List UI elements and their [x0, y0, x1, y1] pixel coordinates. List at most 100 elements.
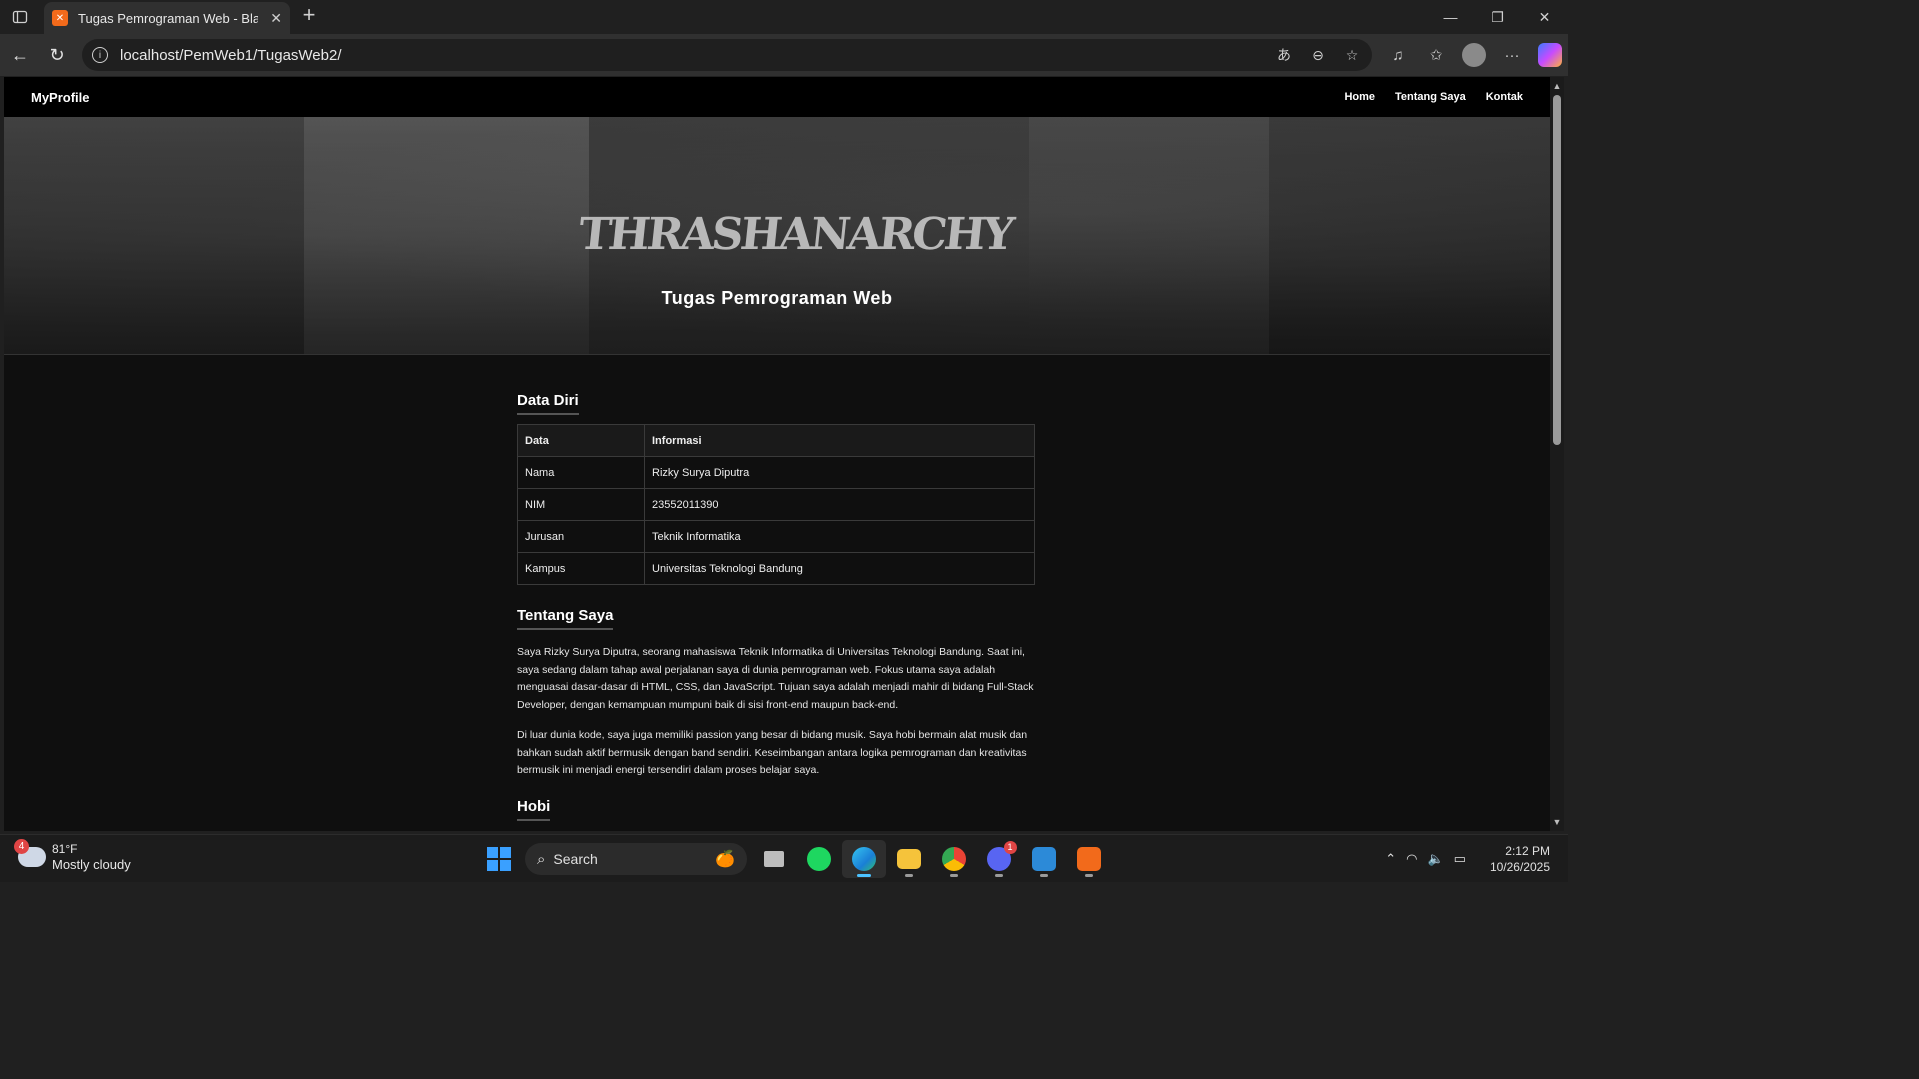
clock-time: 2:12 PM [1505, 844, 1550, 858]
table-cell: Jurusan [517, 520, 645, 553]
minimize-icon[interactable]: — [1427, 0, 1474, 34]
table-cell: Nama [517, 456, 645, 489]
window-controls: — ❐ ✕ [1427, 0, 1568, 34]
weather-badge: 4 [14, 839, 29, 854]
spotify-app[interactable] [797, 840, 841, 878]
spotify-icon [806, 847, 831, 871]
nav-link-kontak[interactable]: Kontak [1486, 91, 1523, 103]
column-header: Data [517, 424, 645, 457]
table-row: Kampus Universitas Teknologi Bandung [517, 552, 1035, 585]
browser-titlebar: ✕ Tugas Pemrograman Web - Black ✕ + — ❐ … [0, 0, 1568, 34]
wifi-icon[interactable]: ◠ [1406, 851, 1417, 867]
battery-icon[interactable]: ▭ [1454, 851, 1466, 867]
xampp-app[interactable] [1067, 840, 1111, 878]
tab-close-icon[interactable]: ✕ [270, 10, 282, 27]
chrome-icon [941, 847, 966, 871]
column-header: Informasi [644, 424, 1035, 457]
discord-badge: 1 [1003, 841, 1017, 854]
site-navbar: MyProfile Home Tentang Saya Kontak [4, 77, 1550, 117]
weather-desc: Mostly cloudy [52, 857, 131, 872]
xampp-favicon-icon: ✕ [52, 10, 68, 26]
about-paragraph: Di luar dunia kode, saya juga memiliki p… [517, 729, 1028, 776]
edge-app[interactable] [841, 840, 886, 878]
restore-icon[interactable]: ❐ [1474, 0, 1521, 34]
media-control-icon[interactable]: ♫ [1386, 43, 1410, 67]
site-info-icon[interactable]: i [92, 47, 108, 63]
search-icon: ⌕ [537, 850, 546, 868]
cloud-icon: 4 [14, 839, 46, 867]
favorite-star-icon[interactable]: ☆ [1342, 45, 1362, 65]
volume-icon[interactable]: 🔈 [1427, 851, 1443, 867]
translate-icon[interactable]: あ [1274, 45, 1294, 65]
table-header-row: Data Informasi [517, 424, 1035, 457]
hero-photo-panel [4, 117, 304, 354]
hero-photo-panel [304, 117, 589, 354]
more-options-icon[interactable]: ··· [1500, 43, 1524, 67]
xampp-icon [1076, 847, 1101, 871]
tab-actions-icon[interactable] [8, 5, 32, 29]
vscode-icon [1031, 847, 1056, 871]
band-logo: THRASHANARCHY [576, 209, 1014, 260]
refresh-icon[interactable]: ↻ [45, 43, 69, 67]
active-indicator [856, 874, 871, 877]
main-content: Data Diri Data Informasi Nama Rizky Sury… [517, 355, 1035, 821]
discord-icon: 1 [986, 841, 1017, 871]
nav-link-tentang-saya[interactable]: Tentang Saya [1395, 91, 1466, 103]
search-label: Search [553, 851, 598, 867]
table-row: Nama Rizky Surya Diputra [517, 456, 1035, 489]
start-button[interactable] [477, 840, 521, 878]
taskbar-apps: ⌕ Search 🍊 1 [476, 840, 1111, 878]
copilot-icon[interactable] [1538, 43, 1562, 67]
weather-temp: 81°F [52, 842, 78, 856]
running-indicator [904, 874, 913, 877]
section-heading-tentang-saya: Tentang Saya [517, 607, 614, 630]
new-tab-icon[interactable]: + [298, 4, 320, 28]
url-text[interactable]: localhost/PemWeb1/TugasWeb2/ [120, 47, 342, 64]
vscode-app[interactable] [1022, 840, 1066, 878]
browser-toolbar: ← ↻ i localhost/PemWeb1/TugasWeb2/ あ ⊖ ☆… [0, 34, 1568, 76]
table-cell: Universitas Teknologi Bandung [644, 552, 1035, 585]
running-indicator [1039, 874, 1048, 877]
section-heading-data-diri: Data Diri [517, 392, 579, 415]
profile-avatar-icon[interactable] [1462, 43, 1486, 67]
discord-app[interactable]: 1 [977, 840, 1021, 878]
chevron-up-icon[interactable]: ⌃ [1385, 851, 1396, 867]
section-heading-hobi: Hobi [517, 798, 551, 821]
table-cell: Kampus [517, 552, 645, 585]
table-row: NIM 23552011390 [517, 488, 1035, 521]
hero-photo-panel [1269, 117, 1550, 354]
windows-logo-icon [486, 847, 511, 871]
hero-banner: THRASHANARCHY Tugas Pemrograman Web [4, 117, 1550, 355]
chrome-app[interactable] [932, 840, 976, 878]
back-icon[interactable]: ← [8, 43, 32, 67]
data-diri-table: Data Informasi Nama Rizky Surya Diputra … [517, 424, 1035, 585]
windows-taskbar: 4 81°F Mostly cloudy ⌕ Search 🍊 1 ⌃ ◠ 🔈 … [0, 834, 1568, 882]
table-cell: 23552011390 [644, 488, 1035, 521]
about-paragraph: Saya Rizky Surya Diputra, seorang mahasi… [517, 646, 1034, 711]
nav-link-home[interactable]: Home [1344, 91, 1375, 103]
scrollbar-thumb[interactable] [1553, 95, 1561, 445]
task-view-button[interactable] [752, 840, 796, 878]
clock[interactable]: 2:12 PM 10/26/2025 [1490, 843, 1550, 875]
clock-date: 10/26/2025 [1489, 860, 1550, 874]
file-explorer-app[interactable] [887, 840, 931, 878]
close-window-icon[interactable]: ✕ [1521, 0, 1568, 34]
address-bar[interactable]: i localhost/PemWeb1/TugasWeb2/ あ ⊖ ☆ [82, 39, 1372, 71]
table-cell: Rizky Surya Diputra [644, 456, 1035, 489]
browser-tab-active[interactable]: ✕ Tugas Pemrograman Web - Black ✕ [44, 2, 290, 34]
running-indicator [994, 874, 1003, 877]
zoom-out-icon[interactable]: ⊖ [1308, 45, 1328, 65]
hero-photo-panel [1029, 117, 1269, 354]
table-row: Jurusan Teknik Informatika [517, 520, 1035, 553]
running-indicator [949, 874, 958, 877]
system-tray: ⌃ ◠ 🔈 ▭ 2:12 PM 10/26/2025 [1385, 843, 1550, 875]
favorites-icon[interactable]: ✩ [1424, 43, 1448, 67]
running-indicator [1084, 874, 1093, 877]
weather-widget[interactable]: 4 81°F Mostly cloudy [14, 839, 131, 873]
search-highlight-icon: 🍊 [715, 851, 735, 868]
taskbar-search[interactable]: ⌕ Search 🍊 [525, 843, 747, 875]
site-brand[interactable]: MyProfile [31, 90, 90, 105]
scroll-down-icon[interactable]: ▼ [1552, 817, 1562, 827]
scroll-up-icon[interactable]: ▲ [1552, 81, 1562, 91]
page-scrollbar[interactable]: ▲ ▼ [1550, 77, 1564, 831]
